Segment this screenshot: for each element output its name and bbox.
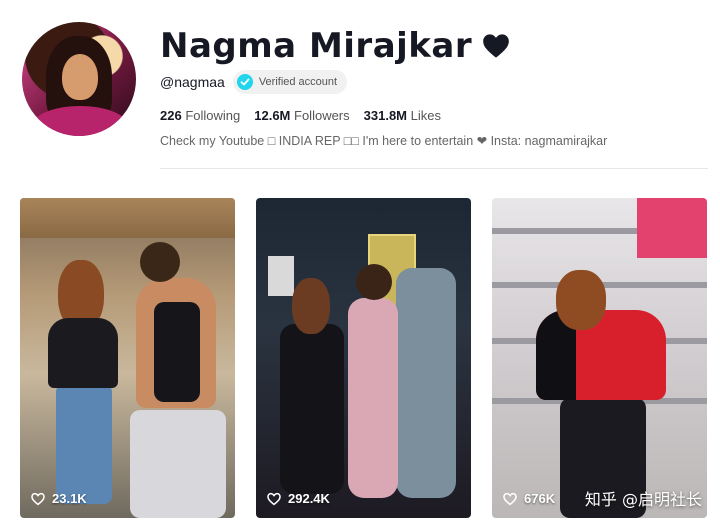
profile-stats: 226 Following 12.6M Followers 331.8M Lik… [160,108,441,123]
followers-stat[interactable]: 12.6M Followers [254,108,349,123]
profile-header: Nagma Mirajkar @nagmaa Verified account … [0,0,720,180]
likes-stat: 331.8M Likes [364,108,441,123]
display-name-row: Nagma Mirajkar [160,26,510,66]
video-card[interactable]: 676K [492,198,707,518]
followers-count: 12.6M [254,108,291,123]
video-like-count: 292.4K [266,491,330,506]
following-stat[interactable]: 226 Following [160,108,240,123]
followers-label: Followers [294,108,350,123]
checkmark-icon [236,74,253,90]
likes-count: 331.8M [363,108,408,123]
video-card[interactable]: 23.1K [20,198,235,518]
video-grid: 23.1K 292.4K 676K [20,198,708,518]
handle-row: @nagmaa Verified account [160,70,348,94]
like-count: 292.4K [288,491,330,506]
likes-label: Likes [410,108,441,123]
video-card[interactable]: 292.4K [256,198,471,518]
heart-outline-icon [267,492,281,505]
video-like-count: 676K [502,491,555,506]
video-like-count: 23.1K [30,491,87,506]
heart-outline-icon [31,492,45,505]
watermark: 知乎 @启明社长 [584,490,702,509]
profile-bio: Check my Youtube □ INDIA REP □□ I'm here… [160,134,608,148]
divider [160,168,708,169]
following-label: Following [185,108,241,123]
like-count: 23.1K [52,491,87,506]
verified-label: Verified account [258,76,338,88]
avatar[interactable] [22,22,136,136]
following-count: 226 [160,108,182,123]
like-count: 676K [524,491,556,506]
heart-outline-icon [503,492,517,505]
verified-badge: Verified account [232,70,348,94]
heart-icon [483,34,509,58]
username: @nagmaa [160,74,225,90]
display-name: Nagma Mirajkar [160,26,473,66]
